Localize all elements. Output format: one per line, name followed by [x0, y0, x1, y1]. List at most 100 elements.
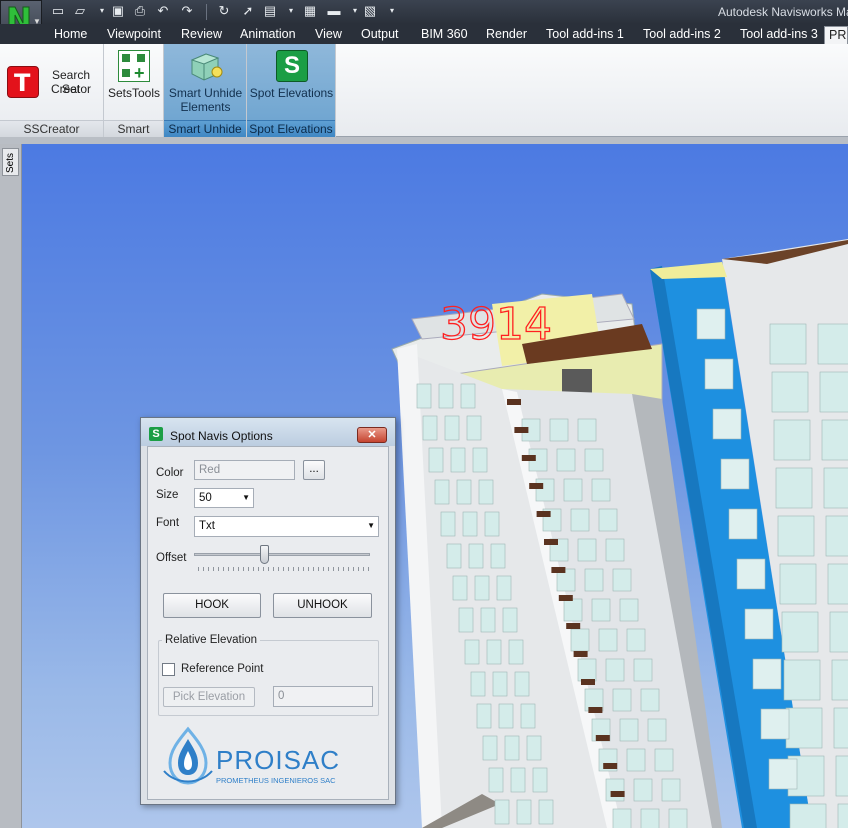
building-window	[570, 628, 590, 652]
tab-viewpoint[interactable]: Viewpoint	[107, 26, 161, 44]
sets-tab[interactable]: Sets	[2, 148, 19, 176]
offset-slider-track[interactable]	[194, 553, 370, 556]
building-window	[605, 658, 625, 682]
box-icon[interactable]: ▤	[262, 3, 278, 19]
balcony-bar	[595, 735, 610, 741]
font-value: Txt	[199, 520, 215, 532]
reference-point-checkbox[interactable]	[162, 663, 175, 676]
building-window	[640, 808, 660, 828]
smart-unhide-line1: Smart Unhide	[168, 86, 243, 100]
relative-elevation-label: Relative Elevation	[162, 634, 261, 646]
hook-button[interactable]: HOOK	[163, 593, 261, 618]
window-title: Autodesk Navisworks Ma	[718, 5, 848, 19]
building-window	[619, 718, 639, 742]
group-label: SSCreator	[0, 120, 103, 137]
building-window	[577, 538, 597, 562]
print-icon[interactable]: ⎙	[132, 3, 148, 19]
tab-bim-360[interactable]: BIM 360	[421, 26, 468, 44]
search-set-creator-button[interactable]: T Search Set Creator	[2, 62, 102, 102]
building-window	[486, 639, 502, 665]
color-browse-button[interactable]: ...	[303, 460, 325, 480]
balcony-bar	[507, 399, 521, 405]
undo-icon[interactable]: ↶	[155, 3, 171, 19]
refresh-icon[interactable]: ↻	[216, 3, 232, 19]
separator	[206, 4, 207, 20]
logo-name: PROISAC	[216, 745, 340, 775]
building-window	[771, 371, 809, 413]
new-icon[interactable]: ▭	[50, 3, 66, 19]
open-icon[interactable]: ▱	[72, 3, 88, 19]
building-window	[817, 323, 848, 365]
save-icon[interactable]: ▣	[110, 3, 126, 19]
building-window	[462, 511, 478, 537]
dialog-title-bar[interactable]: S Spot Navis Options ✕	[141, 418, 395, 446]
measure-icon[interactable]: ▬	[326, 3, 342, 19]
setstools-button[interactable]: + SetsTools	[106, 48, 162, 102]
building-window	[612, 688, 632, 712]
building-window	[668, 808, 688, 828]
close-button[interactable]: ✕	[357, 427, 387, 443]
redo-icon[interactable]: ↷	[179, 3, 195, 19]
ribbon-group-spot-elevations: S Spot Elevations Spot Elevations	[247, 44, 336, 137]
building-window	[591, 598, 611, 622]
color-field[interactable]: Red	[194, 460, 295, 480]
size-select[interactable]: 50 ▼	[194, 488, 254, 508]
properties-icon[interactable]: ▦	[302, 3, 318, 19]
smart-unhide-line2: Elements	[180, 100, 231, 114]
building-window	[619, 598, 639, 622]
offset-slider-thumb[interactable]	[260, 545, 270, 564]
tab-output[interactable]: Output	[361, 26, 399, 44]
tab-view[interactable]: View	[315, 26, 342, 44]
chevron-down-icon[interactable]: ▾	[94, 3, 110, 19]
building-window	[736, 558, 766, 590]
smart-unhide-elements-button[interactable]: Smart Unhide Elements	[166, 48, 245, 116]
balcony-bar	[603, 763, 618, 769]
building-window	[516, 799, 532, 825]
group-label: Smart Unhide	[164, 120, 246, 137]
building-window	[777, 515, 815, 557]
chevron-down-icon[interactable]: ▾	[283, 3, 299, 19]
tab-review[interactable]: Review	[181, 26, 222, 44]
font-select[interactable]: Txt ▼	[194, 516, 379, 537]
group-label: Smart	[104, 120, 163, 137]
tab-render[interactable]: Render	[486, 26, 527, 44]
customize-icon[interactable]: ▾	[384, 3, 400, 19]
ribbon-group-sscreator: T Search Set Creator SSCreator	[0, 44, 104, 137]
tab-animation[interactable]: Animation	[240, 26, 296, 44]
dialog-title: Spot Navis Options	[170, 429, 273, 443]
spot-elevations-button[interactable]: S Spot Elevations	[249, 48, 334, 102]
tab-tool-add-ins-1[interactable]: Tool add-ins 1	[546, 26, 624, 44]
tab-home[interactable]: Home	[54, 26, 87, 44]
balcony-bar	[566, 623, 581, 629]
building-window	[482, 735, 498, 761]
building-window	[490, 543, 506, 569]
elevation-value-field[interactable]: 0	[273, 686, 373, 707]
balcony-bar	[536, 511, 551, 517]
building-window	[480, 607, 496, 633]
pick-elevation-button[interactable]: Pick Elevation	[163, 687, 255, 707]
tab-tool-add-ins-2[interactable]: Tool add-ins 2	[643, 26, 721, 44]
tab-pr[interactable]: PR	[824, 26, 848, 44]
spot-s-icon: S	[276, 50, 308, 82]
color-label: Color	[156, 467, 184, 479]
building-window	[612, 568, 632, 592]
balcony-bar	[573, 651, 588, 657]
balcony-bar	[551, 567, 566, 573]
image-icon[interactable]: ▧	[362, 3, 378, 19]
tab-tool-add-ins-3[interactable]: Tool add-ins 3	[740, 26, 818, 44]
building-window	[474, 575, 490, 601]
select-icon[interactable]: ➚	[240, 3, 256, 19]
building-window	[472, 447, 488, 473]
building-window	[773, 419, 811, 461]
building-window	[626, 748, 646, 772]
building-window	[468, 543, 484, 569]
unhook-button[interactable]: UNHOOK	[273, 593, 372, 618]
building-window	[661, 778, 681, 802]
ribbon-group-smart: + SetsTools Smart	[104, 44, 164, 137]
chevron-down-icon[interactable]: ▾	[347, 3, 363, 19]
building-window	[825, 515, 848, 557]
spot-s-icon: S	[149, 427, 163, 441]
building-window	[704, 358, 734, 390]
chevron-down-icon: ▼	[242, 493, 250, 502]
search-set-creator-line2: Creator	[50, 82, 91, 96]
